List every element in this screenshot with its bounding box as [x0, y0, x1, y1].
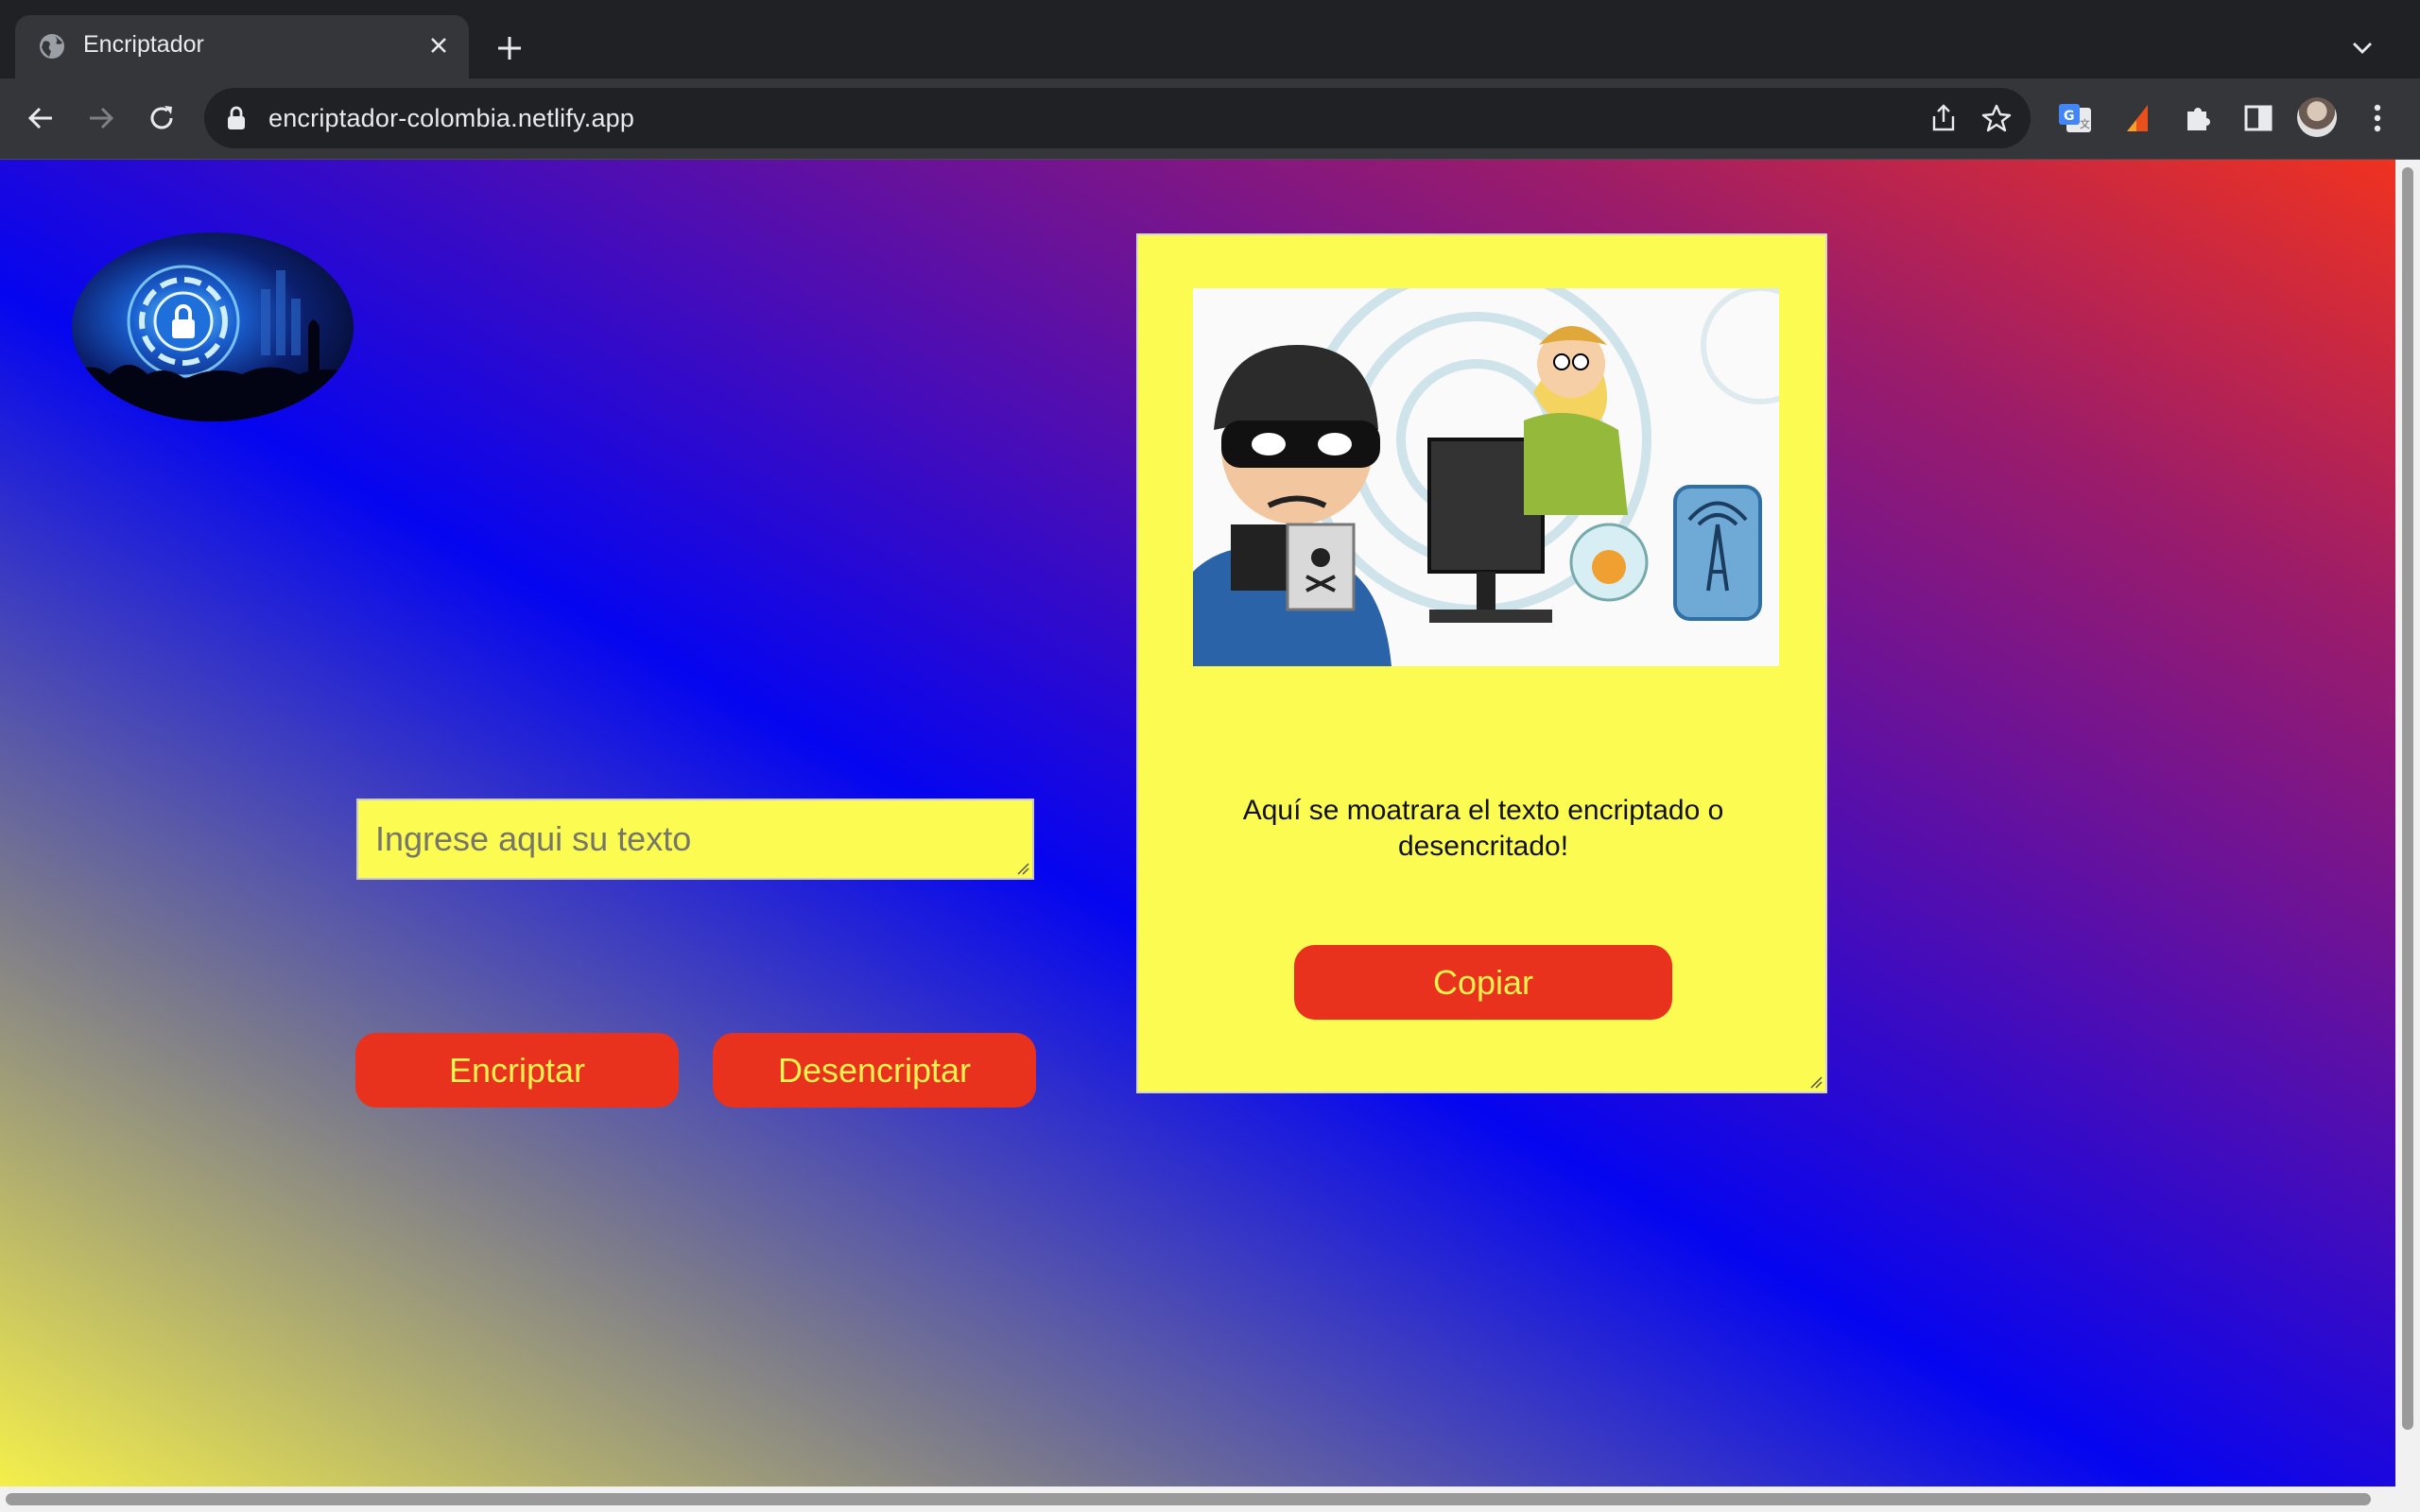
text-input-area[interactable]: Ingrese aqui su texto [356, 799, 1034, 880]
side-panel-icon[interactable] [2237, 96, 2280, 140]
forward-arrow-icon[interactable] [79, 96, 123, 140]
page-viewport: Ingrese aqui su texto Encriptar Desencri… [0, 160, 2395, 1486]
svg-text:G: G [2064, 109, 2075, 124]
vertical-scrollbar-thumb[interactable] [2402, 167, 2413, 1430]
vertical-scrollbar[interactable] [2395, 160, 2420, 1486]
profile-avatar[interactable] [2297, 97, 2337, 137]
copy-button[interactable]: Copiar [1294, 945, 1672, 1020]
globe-icon [38, 32, 66, 60]
browser-tab-strip: Encriptador [0, 0, 2420, 78]
more-vertical-icon[interactable] [2356, 96, 2399, 140]
address-bar[interactable]: encriptador-colombia.netlify.app [204, 88, 2031, 148]
bookmark-star-icon[interactable] [1978, 99, 2015, 137]
horizontal-scrollbar-thumb[interactable] [6, 1493, 2371, 1505]
output-panel: Aquí se moatrara el texto encriptado o d… [1136, 233, 1827, 1093]
puzzle-piece-icon[interactable] [2176, 96, 2220, 140]
output-message: Aquí se moatrara el texto encriptado o d… [1242, 795, 1724, 862]
share-icon[interactable] [1927, 101, 1961, 135]
lock-icon[interactable] [227, 106, 246, 135]
browser-tab[interactable]: Encriptador [15, 15, 469, 78]
chevron-down-icon[interactable] [2341, 26, 2384, 70]
encrypt-button[interactable]: Encriptar [355, 1033, 679, 1108]
input-placeholder: Ingrese aqui su texto [375, 819, 692, 858]
url-text[interactable]: encriptador-colombia.netlify.app [268, 104, 634, 133]
horizontal-scrollbar[interactable] [0, 1486, 2420, 1512]
hacker-illustration [1193, 288, 1779, 666]
svg-text:文: 文 [2080, 117, 2090, 130]
new-tab-icon[interactable] [488, 26, 531, 70]
tab-title: Encriptador [83, 31, 204, 58]
decrypt-button[interactable]: Desencriptar [713, 1033, 1036, 1108]
lock-logo-image [72, 232, 354, 421]
browser-toolbar: encriptador-colombia.netlify.app G文 [0, 78, 2420, 160]
extension-icon[interactable] [2116, 96, 2159, 140]
close-tab-icon[interactable] [422, 28, 456, 62]
reload-icon[interactable] [140, 96, 183, 140]
google-translate-icon[interactable]: G文 [2053, 96, 2097, 140]
resize-handle-icon[interactable] [1016, 862, 1029, 875]
back-arrow-icon[interactable] [19, 96, 62, 140]
resize-handle-icon[interactable] [1809, 1075, 1823, 1089]
